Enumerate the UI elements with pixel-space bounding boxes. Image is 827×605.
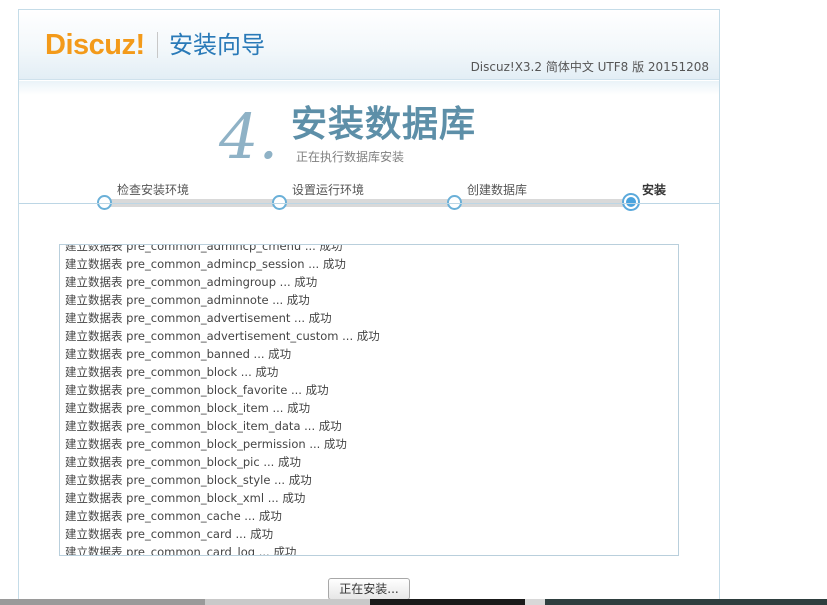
step-label-check-env: 检查安装环境 xyxy=(117,183,190,197)
install-log-content: 建立数据表 pre_common_admincp_cmenu ... 成功 建立… xyxy=(65,244,380,556)
step-subtitle: 正在执行数据库安装 xyxy=(296,150,405,164)
wizard-title: 安装向导 xyxy=(169,31,265,59)
step-title: 安装数据库 xyxy=(291,104,477,145)
version-info: Discuz!X3.2 简体中文 UTF8 版 20151208 xyxy=(470,60,709,74)
taskbar-item[interactable] xyxy=(205,599,370,605)
log-line: 建立数据表 pre_common_block_pic ... 成功 xyxy=(65,455,301,469)
step-label-setup-env: 设置运行环境 xyxy=(292,183,365,197)
log-line: 建立数据表 pre_common_block_xml ... 成功 xyxy=(65,491,306,505)
step-dot-install xyxy=(622,193,640,211)
header: Discuz! 安装向导 Discuz!X3.2 简体中文 UTF8 版 201… xyxy=(19,10,719,80)
install-log[interactable]: 建立数据表 pre_common_admincp_cmenu ... 成功 建立… xyxy=(59,244,679,556)
taskbar-item[interactable] xyxy=(545,599,827,605)
taskbar xyxy=(0,599,827,605)
log-line: 建立数据表 pre_common_block_permission ... 成功 xyxy=(65,437,347,451)
taskbar-item[interactable] xyxy=(525,599,545,605)
taskbar-item[interactable] xyxy=(0,599,205,605)
log-line: 建立数据表 pre_common_block_style ... 成功 xyxy=(65,473,312,487)
logo-divider xyxy=(157,32,158,58)
log-line: 建立数据表 pre_common_advertisement_custom ..… xyxy=(65,329,380,343)
log-line: 建立数据表 pre_common_card ... 成功 xyxy=(65,527,274,541)
step-label-create-db: 创建数据库 xyxy=(467,183,528,197)
header-band xyxy=(19,81,719,95)
log-line: 建立数据表 pre_common_card_log ... 成功 xyxy=(65,545,297,556)
log-line: 建立数据表 pre_common_adminnote ... 成功 xyxy=(65,293,310,307)
steps-divider xyxy=(19,203,719,204)
step-number: 4. xyxy=(219,100,279,173)
log-line: 建立数据表 pre_common_block ... 成功 xyxy=(65,365,279,379)
discuz-logo: Discuz! xyxy=(45,29,145,61)
progress-steps: 检查安装环境 设置运行环境 创建数据库 安装 xyxy=(19,180,719,220)
log-line: 建立数据表 pre_common_block_item_data ... 成功 xyxy=(65,419,342,433)
log-line: 建立数据表 pre_common_admincp_session ... 成功 xyxy=(65,257,346,271)
step-label-install: 安装 xyxy=(642,183,667,197)
log-line-partial: 建立数据表 pre_common_admincp_cmenu ... 成功 xyxy=(65,244,343,253)
log-line: 建立数据表 pre_common_admingroup ... 成功 xyxy=(65,275,318,289)
log-line: 建立数据表 pre_common_block_favorite ... 成功 xyxy=(65,383,329,397)
install-wizard-page: Discuz! 安装向导 Discuz!X3.2 简体中文 UTF8 版 201… xyxy=(18,9,720,605)
log-line: 建立数据表 pre_common_cache ... 成功 xyxy=(65,509,282,523)
taskbar-item[interactable] xyxy=(370,599,525,605)
log-line: 建立数据表 pre_common_block_item ... 成功 xyxy=(65,401,311,415)
log-line: 建立数据表 pre_common_advertisement ... 成功 xyxy=(65,311,332,325)
log-line: 建立数据表 pre_common_banned ... 成功 xyxy=(65,347,292,361)
installing-button[interactable]: 正在安装... xyxy=(328,578,410,600)
